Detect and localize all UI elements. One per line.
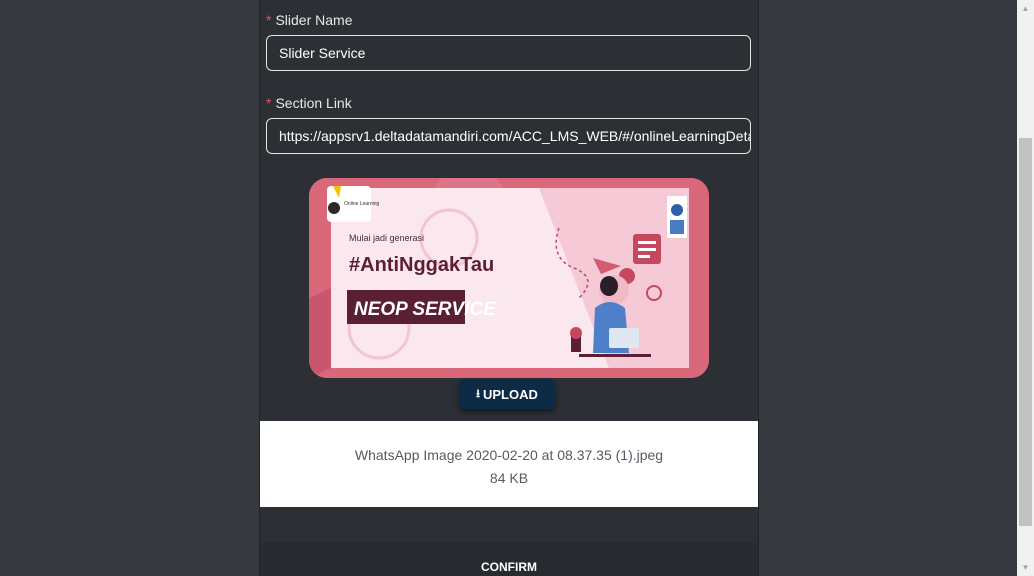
section-link-label-text: Section Link bbox=[275, 95, 352, 111]
upload-button-label: UPLOAD bbox=[482, 386, 538, 402]
section-link-input[interactable]: https://appsrv1.deltadatamandiri.com/ACC… bbox=[266, 118, 751, 154]
uploaded-file-info: WhatsApp Image 2020-02-20 at 08.37.35 (1… bbox=[260, 421, 758, 507]
slider-name-input[interactable]: Slider Service bbox=[266, 35, 751, 71]
banner-corner-label: Online Learning bbox=[344, 201, 380, 207]
scroll-up-arrow-icon[interactable]: ▲ bbox=[1017, 0, 1034, 17]
slider-form-modal: * Slider Name Slider Service * Section Lin… bbox=[259, 0, 759, 576]
scroll-down-arrow-icon[interactable]: ▼ bbox=[1017, 559, 1034, 576]
slider-name-label: * Slider Name bbox=[266, 12, 352, 28]
required-marker: * bbox=[266, 12, 272, 28]
scrollbar-thumb[interactable] bbox=[1019, 138, 1032, 526]
banner-artwork: Online Learning Mulai jadi generasi #Ant… bbox=[309, 178, 709, 378]
file-name: WhatsApp Image 2020-02-20 at 08.37.35 (1… bbox=[354, 447, 664, 463]
upload-icon: ⭳ bbox=[476, 387, 480, 400]
banner-hashtag: #AntiNggakTau bbox=[349, 254, 494, 276]
confirm-button[interactable]: CONFIRM bbox=[260, 560, 758, 574]
upload-button[interactable]: ⭳ UPLOAD bbox=[459, 379, 555, 409]
banner-tagline: Mulai jadi generasi bbox=[349, 233, 424, 243]
section-link-label: * Section Link bbox=[266, 95, 352, 111]
slider-image-preview: Online Learning Mulai jadi generasi #Ant… bbox=[309, 178, 709, 378]
banner-title: NEOP SERVICE bbox=[354, 299, 497, 320]
modal-footer: CONFIRM bbox=[260, 543, 758, 576]
required-marker: * bbox=[266, 95, 272, 111]
section-link-value: https://appsrv1.deltadatamandiri.com/ACC… bbox=[279, 128, 751, 144]
file-size: 84 KB bbox=[489, 470, 529, 486]
slider-name-label-text: Slider Name bbox=[275, 12, 353, 28]
slider-name-value: Slider Service bbox=[279, 45, 366, 61]
